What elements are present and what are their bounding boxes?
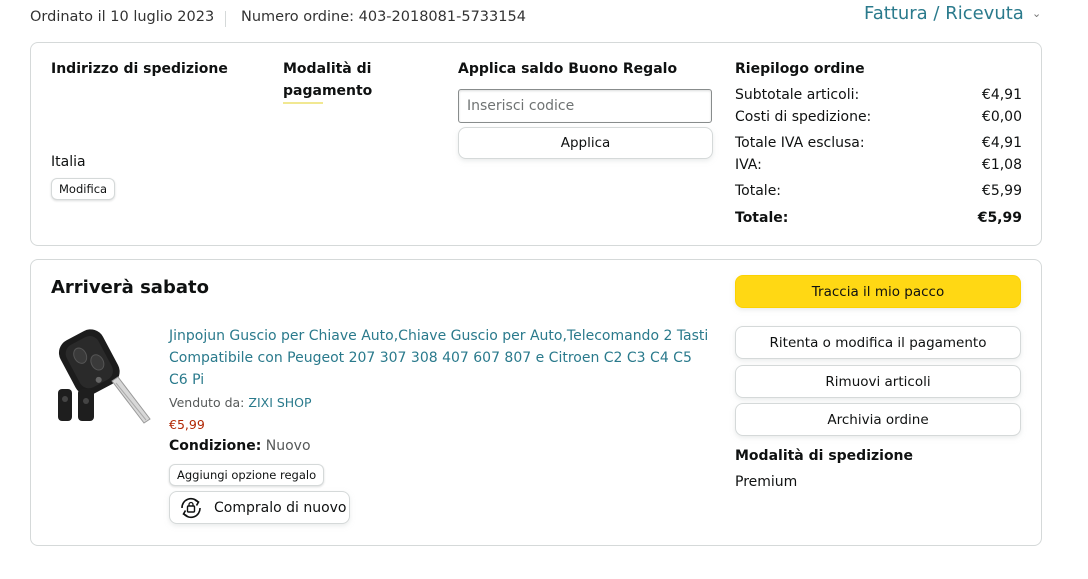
summary-value: €1,08	[981, 157, 1022, 173]
archive-order-button[interactable]: Archivia ordine	[735, 403, 1021, 436]
summary-row-net: Totale IVA esclusa: €4,91	[735, 135, 1022, 151]
summary-value: €5,99	[981, 183, 1022, 199]
order-summary-heading: Riepilogo ordine	[735, 61, 865, 77]
seller-line: Venduto da: ZIXI SHOP	[169, 395, 312, 410]
order-number: Numero ordine: 403-2018081-5733154	[241, 9, 526, 25]
summary-value: €5,99	[977, 210, 1022, 226]
summary-row-grand-total: Totale: €5,99	[735, 210, 1022, 226]
summary-label: Costi di spedizione:	[735, 109, 872, 125]
gift-code-input[interactable]	[458, 89, 712, 123]
edit-address-button[interactable]: Modifica	[51, 178, 116, 200]
summary-label: Subtotale articoli:	[735, 87, 860, 103]
header-divider	[225, 11, 226, 27]
invoice-link[interactable]: Fattura / Ricevuta	[864, 3, 1024, 24]
product-image[interactable]	[52, 323, 156, 427]
shipping-address-heading: Indirizzo di spedizione	[51, 61, 228, 77]
summary-row-shipping: Costi di spedizione: €0,00	[735, 109, 1022, 125]
condition-value: Nuovo	[265, 438, 311, 454]
shipping-method-heading: Modalità di spedizione	[735, 448, 914, 464]
delivery-title: Arriverà sabato	[51, 277, 209, 298]
buy-again-label: Compralo di nuovo	[214, 499, 347, 516]
payment-heading-line2: pagamento	[283, 83, 373, 99]
order-header: Ordinato il 10 luglio 2023 Numero ordine…	[0, 0, 1088, 36]
shipping-method-value: Premium	[735, 474, 798, 490]
payment-heading-line1: Modalità di	[283, 61, 372, 77]
track-package-button[interactable]: Traccia il mio pacco	[735, 275, 1021, 308]
product-title-link[interactable]: Jinpojun Guscio per Chiave Auto,Chiave G…	[169, 325, 714, 391]
summary-label: Totale:	[735, 183, 782, 199]
chevron-down-icon[interactable]: ⌄	[1032, 7, 1041, 20]
shipping-country: Italia	[51, 154, 86, 170]
seller-link[interactable]: ZIXI SHOP	[248, 395, 311, 410]
summary-row-subtotal: Subtotale articoli: €4,91	[735, 87, 1022, 103]
summary-row-vat: IVA: €1,08	[735, 157, 1022, 173]
buy-again-button[interactable]: Compralo di nuovo	[169, 491, 350, 524]
condition-label: Condizione:	[169, 438, 262, 454]
summary-value: €4,91	[981, 135, 1022, 151]
buy-again-icon	[176, 493, 206, 523]
gift-option-button[interactable]: Aggiungi opzione regalo	[169, 464, 325, 486]
gift-card-heading: Applica saldo Buono Regalo	[458, 61, 678, 77]
order-date: Ordinato il 10 luglio 2023	[30, 9, 215, 25]
summary-row-total: Totale: €5,99	[735, 183, 1022, 199]
summary-value: €4,91	[981, 87, 1022, 103]
product-price: €5,99	[169, 417, 205, 432]
sold-by-label: Venduto da:	[169, 395, 245, 410]
summary-label: IVA:	[735, 157, 762, 173]
product-condition: Condizione: Nuovo	[169, 438, 311, 454]
remove-items-button[interactable]: Rimuovi articoli	[735, 365, 1021, 398]
retry-payment-button[interactable]: Ritenta o modifica il pagamento	[735, 326, 1021, 359]
summary-label: Totale IVA esclusa:	[735, 135, 865, 151]
summary-value: €0,00	[981, 109, 1022, 125]
payment-underline	[283, 102, 323, 104]
summary-label: Totale:	[735, 210, 789, 226]
apply-gift-button[interactable]: Applica	[458, 127, 713, 159]
